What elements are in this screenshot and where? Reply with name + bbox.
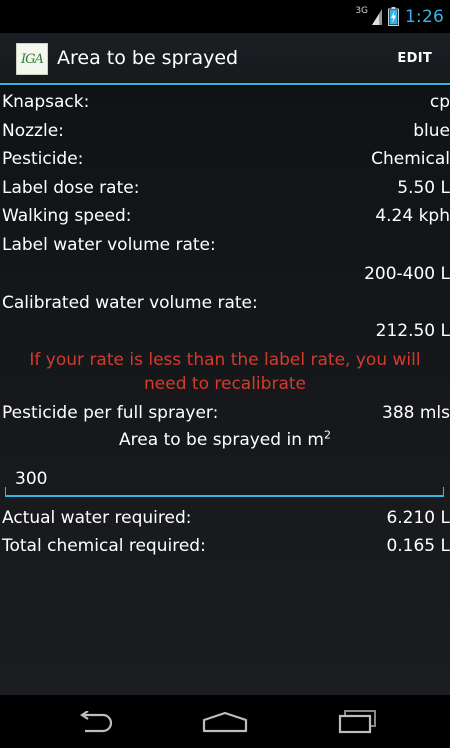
clock: 1:26: [405, 6, 444, 27]
label-water-volume-row: Label water volume rate:: [0, 231, 450, 260]
label-dose-rate-value: 5.50 L: [397, 178, 450, 198]
action-bar-divider: [0, 83, 450, 85]
walking-speed-row: Walking speed: 4.24 kph: [0, 202, 450, 231]
edit-button[interactable]: EDIT: [397, 51, 432, 66]
walking-speed-label: Walking speed:: [2, 206, 132, 226]
network-type: 3G: [355, 5, 369, 16]
back-icon: [80, 711, 113, 733]
home-button[interactable]: [195, 705, 255, 739]
navigation-bar: [0, 695, 450, 748]
knapsack-label: Knapsack:: [2, 92, 90, 112]
nozzle-label: Nozzle:: [2, 121, 64, 141]
nozzle-value: blue: [413, 121, 450, 141]
app-logo[interactable]: IGA: [16, 43, 48, 75]
pesticide-per-sprayer-label: Pesticide per full sprayer:: [2, 403, 219, 423]
pesticide-per-sprayer-value: 388 mls: [382, 403, 450, 423]
area-label-superscript: 2: [323, 428, 331, 442]
calibrated-water-volume-label: Calibrated water volume rate:: [2, 293, 258, 313]
knapsack-value: cp: [429, 92, 450, 112]
input-underline-left-tick: [5, 487, 6, 497]
area-label: Area to be sprayed in m2: [0, 426, 450, 455]
content-area: Knapsack: cp Nozzle: blue Pesticide: Che…: [0, 86, 450, 695]
page-title: Area to be sprayed: [57, 47, 239, 69]
knapsack-row: Knapsack: cp: [0, 88, 450, 117]
total-chemical-value: 0.165 L: [386, 536, 450, 556]
actual-water-value: 6.210 L: [386, 508, 450, 528]
pesticide-value: Chemical: [371, 149, 450, 169]
actual-water-label: Actual water required:: [2, 508, 192, 528]
label-water-volume-value: 200-400 L: [364, 264, 450, 284]
actual-water-row: Actual water required: 6.210 L: [0, 504, 450, 533]
status-bar: 3G 1:26: [0, 0, 450, 33]
label-water-volume-label: Label water volume rate:: [2, 235, 216, 255]
recent-apps-icon: [338, 710, 376, 734]
input-underline-right-tick: [443, 487, 444, 497]
signal-icon: [372, 8, 383, 25]
battery-charging-icon: [388, 7, 400, 26]
pesticide-per-sprayer-row: Pesticide per full sprayer: 388 mls: [0, 399, 450, 428]
label-dose-rate-row: Label dose rate: 5.50 L: [0, 174, 450, 203]
total-chemical-label: Total chemical required:: [2, 536, 206, 556]
label-dose-rate-label: Label dose rate:: [2, 178, 140, 198]
calibrated-water-volume-value: 212.50 L: [375, 321, 450, 341]
recalibrate-warning: If your rate is less than the label rate…: [29, 350, 421, 394]
calibrated-water-volume-row: Calibrated water volume rate:: [0, 289, 450, 318]
pesticide-row: Pesticide: Chemical: [0, 145, 450, 174]
home-icon: [202, 711, 248, 733]
recent-apps-button[interactable]: [327, 705, 387, 739]
back-button[interactable]: [64, 705, 124, 739]
area-input[interactable]: [5, 463, 444, 497]
status-icons: 3G 1:26: [355, 4, 444, 29]
total-chemical-row: Total chemical required: 0.165 L: [0, 532, 450, 561]
nozzle-row: Nozzle: blue: [0, 117, 450, 146]
walking-speed-value: 4.24 kph: [375, 206, 450, 226]
area-label-text: Area to be sprayed in m: [119, 430, 324, 450]
action-bar: IGA Area to be sprayed EDIT: [0, 33, 450, 85]
pesticide-label: Pesticide:: [2, 149, 84, 169]
